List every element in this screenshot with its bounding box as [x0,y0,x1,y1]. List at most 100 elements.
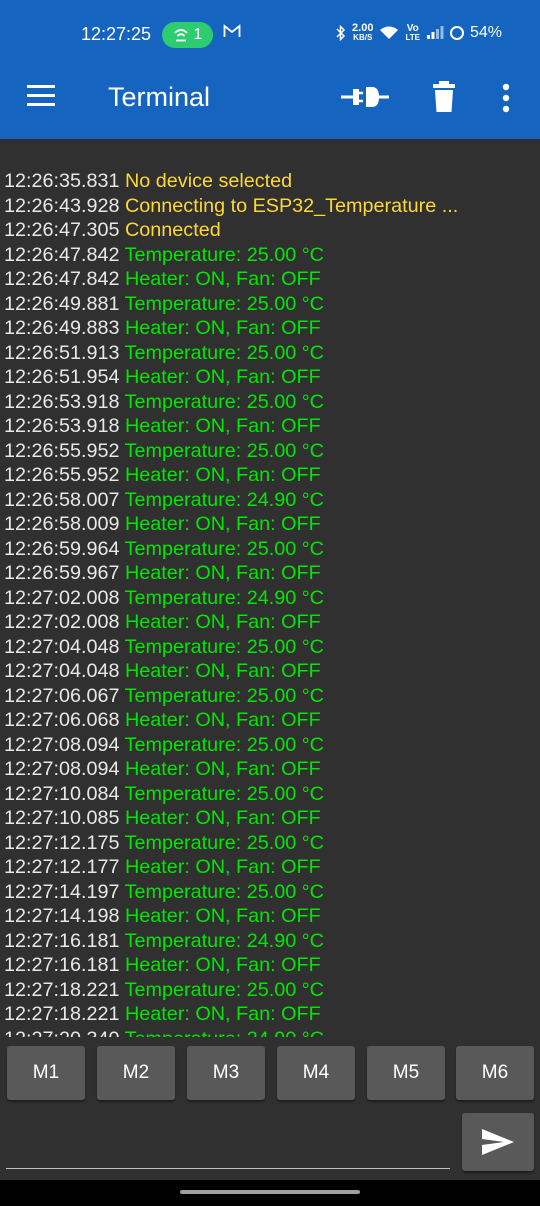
send-button[interactable] [462,1113,534,1171]
macro-button-m6[interactable]: M6 [456,1046,534,1100]
terminal-line: 12:26:49.881 Temperature: 25.00 °C [0,292,540,317]
terminal-timestamp: 12:27:16.181 [4,929,120,952]
page-title: Terminal [108,82,211,112]
terminal-message: Heater: ON, Fan: OFF [125,366,321,388]
terminal-line: 12:27:02.008 Heater: ON, Fan: OFF [0,610,540,635]
status-time: 12:27:25 [81,24,152,44]
terminal-message: Heater: ON, Fan: OFF [125,268,321,290]
terminal-timestamp: 12:27:20.340 [4,1028,120,1038]
terminal-output[interactable]: 12:26:35.831 No device selected 12:26:43.… [0,169,540,1037]
terminal-line: 12:26:55.952 Temperature: 25.00 °C [0,439,540,464]
terminal-line: 12:26:43.928 Connecting to ESP32_Tempera… [0,194,540,219]
terminal-line: 12:26:35.831 No device selected [0,169,540,194]
terminal-line: 12:27:10.084 Temperature: 25.00 °C [0,782,540,807]
bluetooth-icon [336,25,346,41]
terminal-line: 12:26:53.918 Heater: ON, Fan: OFF [0,414,540,439]
terminal-timestamp: 12:26:53.918 [4,390,120,413]
terminal-message: Temperature: 25.00 °C [124,439,324,462]
terminal-line: 12:27:08.094 Temperature: 25.00 °C [0,733,540,758]
macro-button-m2[interactable]: M2 [97,1046,175,1100]
macro-button-m4[interactable]: M4 [277,1046,355,1100]
more-options-button[interactable] [494,80,518,116]
terminal-line: 12:26:47.305 Connected [0,218,540,243]
terminal-timestamp: 12:27:14.197 [4,880,120,903]
terminal-message: Heater: ON, Fan: OFF [125,660,321,682]
terminal-message: Temperature: 25.00 °C [124,733,324,756]
terminal-timestamp: 12:26:51.913 [4,341,120,364]
terminal-message: Temperature: 25.00 °C [124,341,324,364]
terminal-message: Temperature: 25.00 °C [124,978,324,1001]
hamburger-menu-icon[interactable] [27,85,55,109]
network-speed: 2.00 KB/S [352,23,373,43]
terminal-timestamp: 12:26:51.954 [4,366,120,388]
more-vert-icon [502,83,510,113]
terminal-line: 12:27:12.175 Temperature: 25.00 °C [0,831,540,856]
terminal-message: Heater: ON, Fan: OFF [125,807,321,829]
terminal-line: 12:26:51.954 Heater: ON, Fan: OFF [0,365,540,390]
terminal-message: Heater: ON, Fan: OFF [125,758,321,780]
macro-button-m3[interactable]: M3 [187,1046,265,1100]
terminal-line: 12:26:55.952 Heater: ON, Fan: OFF [0,463,540,488]
volte-bottom: LTE [405,33,420,42]
terminal-message: Heater: ON, Fan: OFF [125,905,321,927]
terminal-timestamp: 12:27:02.008 [4,586,120,609]
delete-button[interactable] [429,80,459,114]
macro-button-m5[interactable]: M5 [367,1046,445,1100]
terminal-timestamp: 12:27:18.221 [4,978,120,1001]
terminal-timestamp: 12:26:47.842 [4,268,120,290]
connect-button[interactable] [339,81,391,113]
terminal-line: 12:27:10.085 Heater: ON, Fan: OFF [0,806,540,831]
hotspot-count: 1 [193,26,203,43]
terminal-message: Temperature: 25.00 °C [124,684,324,707]
terminal-line: 12:27:18.221 Heater: ON, Fan: OFF [0,1002,540,1027]
terminal-timestamp: 12:27:06.067 [4,684,120,707]
terminal-timestamp: 12:27:04.048 [4,660,120,682]
hotspot-icon [173,29,188,42]
terminal-message: Heater: ON, Fan: OFF [125,611,321,633]
terminal-message: Connecting to ESP32_Temperature ... [125,194,459,217]
home-gesture-handle[interactable] [180,1190,360,1194]
terminal-message: Temperature: 24.90 °C [125,1028,324,1038]
terminal-message: Heater: ON, Fan: OFF [125,464,321,486]
gmail-icon [223,24,241,37]
terminal-line: 12:27:04.048 Heater: ON, Fan: OFF [0,659,540,684]
navigation-bar [0,1180,540,1206]
terminal-line: 12:27:20.340 Temperature: 24.90 °C [0,1027,540,1038]
hotspot-badge: 1 [162,22,213,48]
terminal-timestamp: 12:27:12.177 [4,856,120,878]
terminal-line: 12:26:47.842 Temperature: 25.00 °C [0,243,540,268]
terminal-line: 12:26:49.883 Heater: ON, Fan: OFF [0,316,540,341]
terminal-timestamp: 12:27:16.181 [4,954,120,976]
terminal-message: Temperature: 25.00 °C [124,880,324,903]
macro-button-row: M1 M2 M3 M4 M5 M6 [0,1043,540,1103]
terminal-timestamp: 12:26:55.952 [4,464,120,486]
terminal-line: 12:27:02.008 Temperature: 24.90 °C [0,586,540,611]
terminal-line: 12:27:12.177 Heater: ON, Fan: OFF [0,855,540,880]
terminal-message: No device selected [125,170,293,192]
terminal-message: Connected [125,219,221,241]
terminal-timestamp: 12:27:06.068 [4,709,120,731]
terminal-line: 12:26:51.913 Temperature: 25.00 °C [0,341,540,366]
macro-button-m1[interactable]: M1 [7,1046,85,1100]
signal-icon [426,26,444,39]
terminal-timestamp: 12:27:04.048 [4,635,120,658]
terminal-message: Heater: ON, Fan: OFF [125,317,321,339]
plug-connect-icon [341,87,389,107]
terminal-message: Temperature: 24.90 °C [124,488,324,511]
terminal-message: Heater: ON, Fan: OFF [125,954,321,976]
send-icon [482,1129,514,1155]
terminal-line: 12:27:18.221 Temperature: 25.00 °C [0,978,540,1003]
battery-level: 54% [469,24,502,41]
terminal-timestamp: 12:27:10.084 [4,782,120,805]
battery-icon [449,26,464,40]
terminal-line: 12:26:59.967 Heater: ON, Fan: OFF [0,561,540,586]
terminal-line: 12:27:16.181 Heater: ON, Fan: OFF [0,953,540,978]
terminal-message: Temperature: 25.00 °C [124,243,324,266]
terminal-timestamp: 12:26:49.883 [4,317,120,339]
terminal-timestamp: 12:26:55.952 [4,439,120,462]
network-speed-unit: KB/S [353,33,373,42]
terminal-timestamp: 12:26:59.967 [4,562,120,584]
send-text-input[interactable] [6,1112,450,1169]
terminal-message: Heater: ON, Fan: OFF [125,709,321,731]
terminal-line: 12:27:14.197 Temperature: 25.00 °C [0,880,540,905]
